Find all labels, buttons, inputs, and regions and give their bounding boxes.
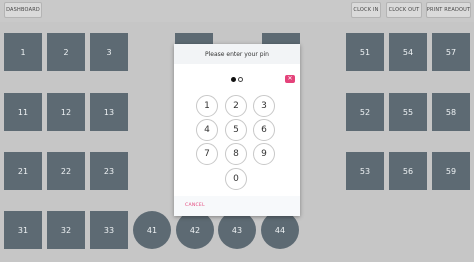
table-33-tile[interactable]: 33 (90, 211, 128, 249)
table-44-tile[interactable]: 44 (261, 211, 299, 249)
keypad-1[interactable]: 1 (196, 95, 218, 117)
keypad-0[interactable]: 0 (225, 168, 247, 190)
table-58-tile[interactable]: 58 (432, 93, 470, 131)
top-toolbar: DASHBOARD CLOCK IN CLOCK OUT PRINT READO… (0, 0, 474, 22)
pin-dot-empty (238, 77, 243, 82)
table-1-tile[interactable]: 1 (4, 33, 42, 71)
table-43-tile[interactable]: 43 (218, 211, 256, 249)
keypad-8[interactable]: 8 (225, 143, 247, 165)
dialog-title: Please enter your pin (174, 44, 300, 64)
pin-indicator (174, 76, 300, 84)
cancel-button[interactable]: CANCEL (185, 203, 205, 208)
clear-pin-button[interactable]: ✕ (285, 75, 295, 83)
table-13-tile[interactable]: 13 (90, 93, 128, 131)
table-41-tile[interactable]: 41 (133, 211, 171, 249)
table-32-tile[interactable]: 32 (47, 211, 85, 249)
table-59-tile[interactable]: 59 (432, 152, 470, 190)
keypad-7[interactable]: 7 (196, 143, 218, 165)
table-56-tile[interactable]: 56 (389, 152, 427, 190)
table-54-tile[interactable]: 54 (389, 33, 427, 71)
clock-in-button[interactable]: CLOCK IN (351, 2, 381, 18)
keypad-5[interactable]: 5 (225, 119, 247, 141)
keypad-9[interactable]: 9 (253, 143, 275, 165)
keypad-6[interactable]: 6 (253, 119, 275, 141)
pin-entry-dialog: Please enter your pin ✕ 1 2 3 4 5 6 7 8 … (174, 44, 300, 216)
pin-dot-filled (231, 77, 236, 82)
table-2-tile[interactable]: 2 (47, 33, 85, 71)
table-22-tile[interactable]: 22 (47, 152, 85, 190)
table-52-tile[interactable]: 52 (346, 93, 384, 131)
table-42-tile[interactable]: 42 (176, 211, 214, 249)
table-55-tile[interactable]: 55 (389, 93, 427, 131)
print-readout-button[interactable]: PRINT READOUT (426, 2, 471, 18)
table-53-tile[interactable]: 53 (346, 152, 384, 190)
table-11-tile[interactable]: 11 (4, 93, 42, 131)
keypad-2[interactable]: 2 (225, 95, 247, 117)
clock-out-button[interactable]: CLOCK OUT (386, 2, 422, 18)
table-31-tile[interactable]: 31 (4, 211, 42, 249)
keypad-3[interactable]: 3 (253, 95, 275, 117)
table-23-tile[interactable]: 23 (90, 152, 128, 190)
table-12-tile[interactable]: 12 (47, 93, 85, 131)
table-21-tile[interactable]: 21 (4, 152, 42, 190)
dialog-footer: CANCEL (174, 196, 300, 216)
table-3-tile[interactable]: 3 (90, 33, 128, 71)
dashboard-button[interactable]: DASHBOARD (4, 2, 42, 18)
keypad-4[interactable]: 4 (196, 119, 218, 141)
table-57-tile[interactable]: 57 (432, 33, 470, 71)
backspace-x-icon: ✕ (287, 75, 293, 82)
table-51-tile[interactable]: 51 (346, 33, 384, 71)
